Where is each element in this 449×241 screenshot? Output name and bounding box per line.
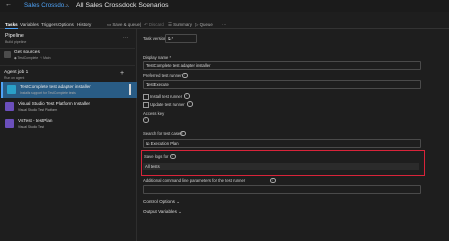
- task-item-vstest-testplan[interactable]: VsTest - testPlan Visual Studio Test: [1, 116, 135, 132]
- more-actions-icon[interactable]: ···: [222, 22, 226, 27]
- display-name-input[interactable]: TestComplete test adapter installer: [143, 61, 421, 70]
- task-title: Visual Studio Test Platform Installer: [18, 101, 91, 106]
- display-name-label: Display name *: [143, 55, 172, 60]
- cmd-params-label: Additional command line parameters for t…: [143, 178, 246, 183]
- info-icon[interactable]: i: [180, 130, 186, 137]
- discard-button[interactable]: ↶ Discard: [144, 22, 164, 28]
- summary-button[interactable]: ☰ Summary: [168, 22, 192, 28]
- tab-triggers[interactable]: Triggers: [41, 22, 58, 27]
- chevron-down-icon: ⌄: [178, 209, 183, 214]
- tab-tasks[interactable]: Tasks: [5, 22, 18, 29]
- install-runner-checkbox[interactable]: [143, 94, 149, 100]
- task-subtitle: Installs support for TestComplete tests: [20, 90, 76, 95]
- tab-options[interactable]: Options: [58, 22, 74, 27]
- chevron-down-icon: ⌄: [168, 36, 172, 41]
- tab-variables[interactable]: Variables: [20, 22, 39, 27]
- add-task-icon[interactable]: +: [120, 70, 124, 77]
- pipeline-subtitle: Build pipeline: [5, 40, 27, 44]
- update-runner-checkbox[interactable]: [143, 102, 149, 108]
- breadcrumb-separator: ›: [66, 2, 69, 9]
- control-options-section[interactable]: Control Options ⌄: [143, 199, 180, 205]
- tab-bar: Tasks Variables Triggers Options History…: [0, 14, 449, 29]
- visual-studio-icon: [5, 119, 14, 128]
- info-icon[interactable]: i: [184, 93, 190, 99]
- info-icon[interactable]: i: [143, 117, 149, 123]
- get-sources-details: ◆ TestComplete ⑂ Main: [14, 56, 51, 60]
- info-icon[interactable]: i: [170, 153, 176, 160]
- save-logs-select[interactable]: All tests: [143, 163, 419, 170]
- breadcrumb-link[interactable]: Sales Crossdo...: [24, 2, 69, 9]
- search-test-cases-select[interactable]: In Execution Plan ⌄: [143, 139, 421, 148]
- task-item-vstest-platform-installer[interactable]: Visual Studio Test Platform Installer Vi…: [1, 99, 135, 115]
- chevron-down-icon: ⌄: [146, 82, 150, 87]
- update-runner-label: Update test runner: [150, 101, 185, 107]
- pipeline-more-icon[interactable]: ···: [123, 35, 129, 41]
- save-logs-label: Save logs for: [144, 154, 169, 159]
- save-queue-button[interactable]: ▭ Save & queue: [107, 22, 140, 28]
- separator: |: [140, 22, 142, 27]
- info-icon[interactable]: i: [187, 101, 193, 107]
- task-subtitle: Visual Studio Test Platform: [18, 107, 58, 112]
- task-title: VsTest - testPlan: [18, 118, 53, 123]
- output-variables-section[interactable]: Output Variables ⌄: [143, 209, 182, 215]
- pipeline-title[interactable]: Pipeline: [5, 33, 24, 39]
- drag-handle-icon[interactable]: [129, 84, 131, 95]
- repository-icon: [4, 51, 11, 58]
- preferred-runner-select[interactable]: TestExecute ⌄: [143, 80, 421, 89]
- agent-job-title[interactable]: Agent job 1: [4, 70, 28, 75]
- access-key-label: Access key: [143, 111, 165, 116]
- get-sources-title: Get sources: [14, 50, 40, 55]
- install-runner-label: Install test runner: [150, 93, 183, 99]
- chevron-down-icon: ⌄: [146, 141, 150, 146]
- queue-button[interactable]: ▷ Queue: [195, 22, 213, 28]
- testcomplete-icon: [7, 85, 16, 94]
- task-item-testcomplete-installer[interactable]: TestComplete test adapter installer Inst…: [1, 82, 137, 98]
- search-test-cases-label: Search for test cases: [143, 131, 183, 136]
- task-version-label: Task version: [143, 36, 167, 41]
- agent-job-subtitle: Run on agent: [4, 76, 25, 80]
- back-arrow-icon[interactable]: ←: [5, 1, 12, 8]
- visual-studio-icon: [5, 102, 14, 111]
- task-version-select[interactable]: 0.* ⌄: [165, 34, 197, 43]
- tab-history[interactable]: History: [77, 22, 91, 27]
- info-icon[interactable]: i: [270, 177, 276, 184]
- chevron-down-icon: ⌄: [176, 199, 181, 204]
- preferred-runner-label: Preferred test runner: [143, 73, 182, 78]
- page-title: All Sales Crossdock Scenarios: [76, 1, 169, 9]
- info-icon[interactable]: i: [182, 72, 188, 79]
- task-title: TestComplete test adapter installer: [20, 84, 91, 89]
- task-subtitle: Visual Studio Test: [18, 124, 45, 129]
- cmd-params-input[interactable]: [143, 185, 421, 194]
